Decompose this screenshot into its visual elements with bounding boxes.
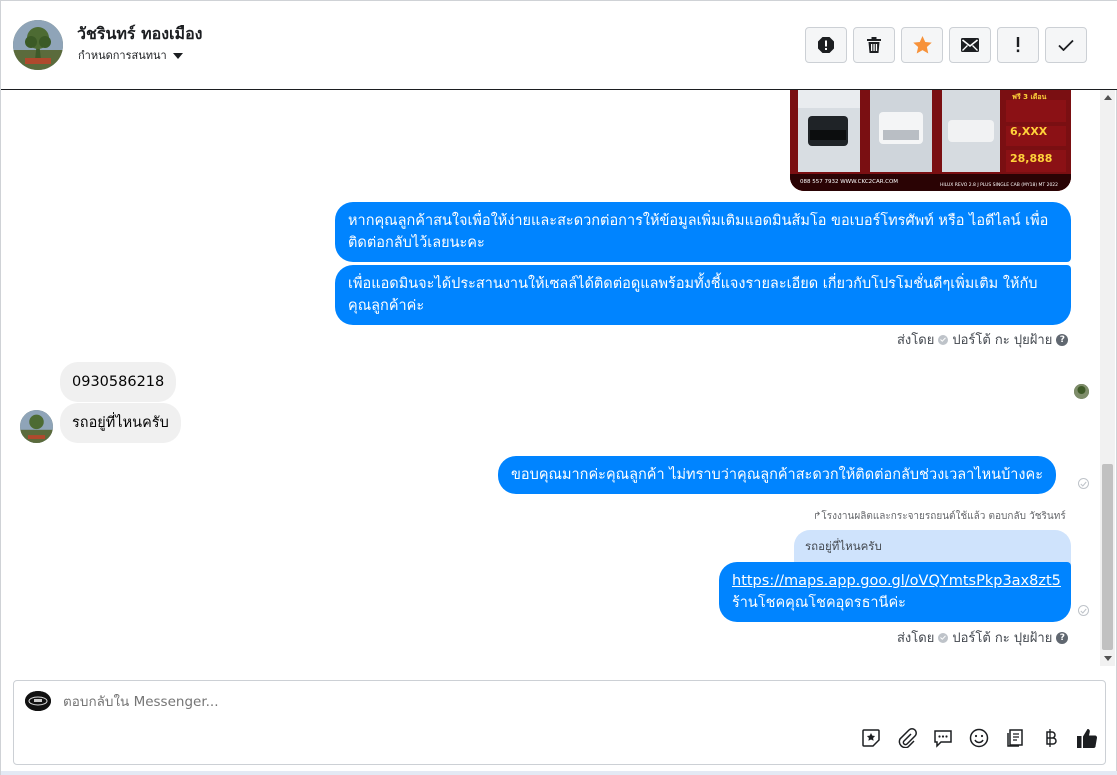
message-text: 0930586218	[72, 374, 165, 390]
star-button[interactable]	[901, 27, 943, 63]
bottom-edge	[1, 771, 1117, 775]
sent-check-icon	[938, 632, 949, 643]
reply-input[interactable]	[63, 694, 763, 710]
saved-reply-icon[interactable]	[931, 726, 955, 750]
sent-by-label: ส่งโดย	[897, 631, 935, 646]
report-icon	[818, 37, 834, 53]
composer-toolbar	[859, 726, 1099, 750]
caret-down-icon	[172, 52, 183, 59]
conversation-settings-dropdown[interactable]: กำหนดการสนทนา	[78, 46, 183, 64]
sent-check-icon	[938, 334, 949, 345]
incoming-message[interactable]: 0930586218	[60, 362, 177, 402]
trash-icon	[867, 37, 881, 53]
message-thread: ฟรี 3 เดือน 6,XXX 28,888 088 557 7932 WW…	[1, 90, 1101, 666]
car-promo-image[interactable]: ฟรี 3 เดือน 6,XXX 28,888 088 557 7932 WW…	[790, 90, 1071, 191]
sender-name[interactable]: ปอร์โต้ กะ ปุยฝ้าย	[952, 627, 1052, 648]
reply-context: ↱โรงงานผลิตและกระจายรถยนต์ใช้แล้ว ตอบกลั…	[813, 511, 1066, 522]
incoming-message[interactable]: รถอยู่ที่ไหนครับ	[60, 403, 181, 443]
message-scrollbar[interactable]	[1100, 90, 1115, 666]
message-composer	[13, 680, 1106, 765]
emoji-icon[interactable]	[967, 726, 991, 750]
delete-button[interactable]	[853, 27, 895, 63]
car-promo-contact: 088 557 7932 WWW.CKC2CAR.COM	[800, 179, 899, 185]
outgoing-message[interactable]: https://maps.app.goo.gl/oVQYmtsPkp3ax8zt…	[719, 562, 1071, 622]
sent-by-info: ส่งโดย ปอร์โต้ กะ ปุยฝ้าย ?	[897, 627, 1069, 648]
star-icon	[912, 36, 932, 54]
sticker-icon[interactable]	[859, 726, 883, 750]
conversation-settings-label: กำหนดการสนทนา	[78, 49, 167, 62]
scroll-thumb[interactable]	[1102, 464, 1113, 650]
message-text: รถอยู่ที่ไหนครับ	[72, 415, 169, 431]
thumbs-up-icon[interactable]	[1075, 726, 1099, 750]
contact-avatar-small	[20, 410, 53, 443]
delivered-check-icon	[1078, 478, 1089, 489]
car-promo-model: HILUX REVO 2.8 J PLUS SINGLE CAB (MY18) …	[940, 183, 1059, 188]
car-promo-badge: ฟรี 3 เดือน	[1012, 93, 1047, 101]
maps-link[interactable]: https://maps.app.goo.gl/oVQYmtsPkp3ax8zt…	[732, 573, 1061, 589]
seen-avatar	[1074, 384, 1089, 399]
catalog-icon[interactable]	[1003, 726, 1027, 750]
scroll-down-arrow[interactable]	[1100, 651, 1115, 666]
mark-done-button[interactable]	[1045, 27, 1087, 63]
scroll-up-arrow[interactable]	[1100, 90, 1115, 105]
outgoing-message[interactable]: ขอบคุณมากค่ะคุณลูกค้า ไม่ทราบว่าคุณลูกค้…	[498, 456, 1057, 494]
envelope-icon	[961, 38, 979, 52]
attach-icon[interactable]	[895, 726, 919, 750]
report-button[interactable]	[805, 27, 847, 63]
exclamation-icon	[1016, 37, 1020, 53]
message-text: ร้านโชคคุณโชคอุดรธานีค่ะ	[732, 595, 906, 611]
car-promo-price: 6,XXX	[1010, 125, 1048, 138]
conversation-toolbar	[805, 27, 1087, 63]
delivered-check-icon	[1078, 605, 1089, 616]
message-text: เพื่อแอดมินจะได้ประสานงานให้เซลล์ได้ติดต…	[348, 276, 1038, 314]
outgoing-message[interactable]: เพื่อแอดมินจะได้ประสานงานให้เซลล์ได้ติดต…	[335, 265, 1071, 325]
messenger-inbox: วัชรินทร์ ทองเมือง กำหนดการสนทนา ฟรี 3 เ…	[0, 0, 1117, 775]
help-icon[interactable]: ?	[1056, 333, 1069, 346]
mark-important-button[interactable]	[997, 27, 1039, 63]
sent-by-info: ส่งโดย ปอร์โต้ กะ ปุยฝ้าย ?	[897, 329, 1069, 350]
sent-by-label: ส่งโดย	[897, 333, 935, 348]
sender-name[interactable]: ปอร์โต้ กะ ปุยฝ้าย	[952, 329, 1052, 350]
message-text: ขอบคุณมากค่ะคุณลูกค้า ไม่ทราบว่าคุณลูกค้…	[511, 467, 1044, 483]
page-avatar	[25, 691, 51, 711]
help-icon[interactable]: ?	[1056, 631, 1069, 644]
contact-name[interactable]: วัชรินทร์ ทองเมือง	[77, 22, 203, 47]
checkmark-icon	[1058, 39, 1074, 51]
baht-icon[interactable]	[1039, 726, 1063, 750]
mark-unread-button[interactable]	[949, 27, 991, 63]
message-text: หากคุณลูกค้าสนใจเพื่อให้ง่ายและสะดวกต่อก…	[348, 213, 1049, 251]
outgoing-message[interactable]: หากคุณลูกค้าสนใจเพื่อให้ง่ายและสะดวกต่อก…	[335, 202, 1071, 262]
conversation-header: วัชรินทร์ ทองเมือง กำหนดการสนทนา	[1, 1, 1117, 90]
car-promo-total: 28,888	[1010, 152, 1053, 165]
contact-avatar[interactable]	[13, 20, 63, 70]
